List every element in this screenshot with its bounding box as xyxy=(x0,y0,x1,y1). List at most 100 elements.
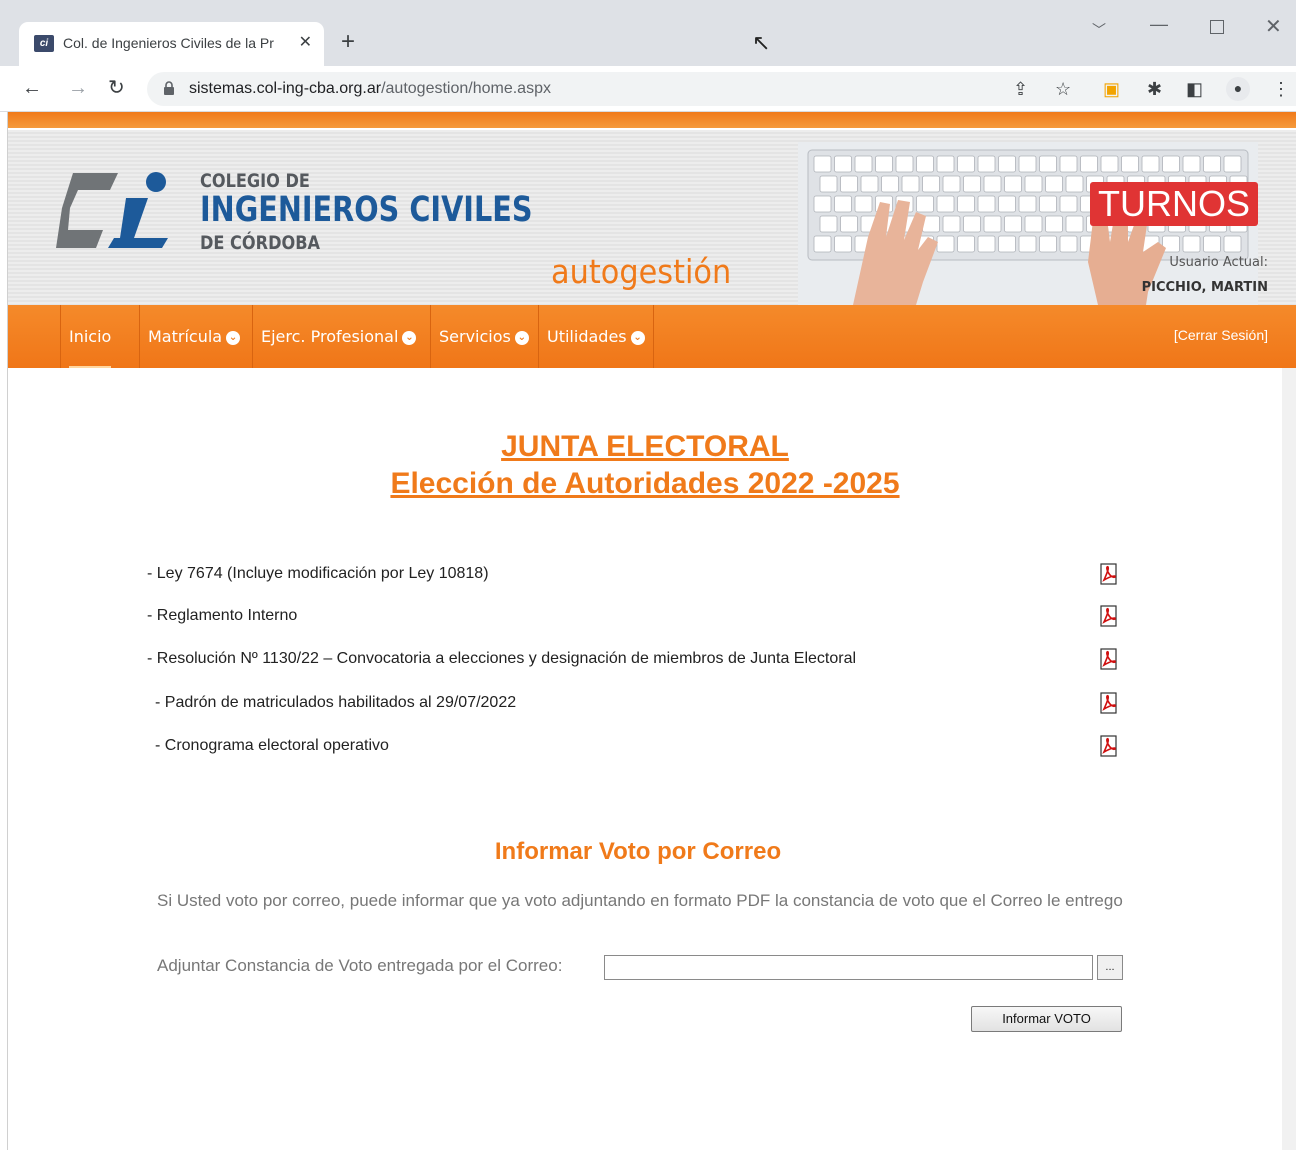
reload-icon[interactable]: ↻ xyxy=(108,76,125,100)
informar-voto-button[interactable]: Informar VOTO xyxy=(971,1006,1122,1032)
top-orange-bar xyxy=(8,112,1296,130)
keyboard-key-shape xyxy=(1004,175,1022,193)
chevron-down-icon: ⌄ xyxy=(226,330,241,345)
document-title: - Ley 7674 (Incluye modificación por Ley… xyxy=(147,565,489,582)
keyboard-key-shape xyxy=(875,155,893,173)
keyboard-key-shape xyxy=(957,195,975,213)
new-tab-icon[interactable]: + xyxy=(341,30,355,54)
keyboard-key-shape xyxy=(1018,195,1037,213)
keyboard-key-shape xyxy=(963,175,981,193)
profile-avatar-icon[interactable]: ● xyxy=(1226,77,1250,101)
document-title: - Resolución Nº 1130/22 – Convocatoria a… xyxy=(147,650,857,667)
page-title: JUNTA ELECTORAL xyxy=(501,430,789,463)
keyboard-key-shape xyxy=(1059,195,1078,213)
document-title: - Padrón de matriculados habilitados al … xyxy=(155,694,517,711)
extension-orange-icon[interactable]: ▣ xyxy=(1103,78,1120,100)
keyboard-key-shape xyxy=(1039,235,1057,253)
menu-item-label: Inicio xyxy=(69,327,112,346)
bookmark-star-icon[interactable]: ☆ xyxy=(1055,78,1071,100)
menu-item-inicio[interactable]: Inicio xyxy=(60,305,119,368)
keyboard-key-shape xyxy=(1024,175,1043,193)
keyboard-key-shape xyxy=(1121,155,1139,173)
menu-kebab-icon[interactable]: ⋮ xyxy=(1272,78,1290,100)
tab-search-chevron-icon[interactable]: ﹀ xyxy=(1092,20,1106,40)
maximize-icon[interactable] xyxy=(1210,20,1224,34)
menu-item-label: Utilidades xyxy=(547,327,627,346)
pdf-icon[interactable] xyxy=(1099,735,1119,757)
keyboard-key-shape xyxy=(977,155,996,173)
keyboard-key-shape xyxy=(998,195,1016,213)
document-row: - Padrón de matriculados habilitados al … xyxy=(147,692,1127,716)
menu-item-matricula[interactable]: Matrícula ⌄ xyxy=(139,305,248,368)
keyboard-key-shape xyxy=(854,155,873,173)
back-arrow-icon[interactable]: ← xyxy=(22,76,42,100)
keyboard-key-shape xyxy=(834,195,852,213)
adjuntar-label: Adjuntar Constancia de Voto entregada po… xyxy=(157,956,563,975)
logo-text-line1: COLEGIO DE xyxy=(200,170,310,192)
keyboard-key-shape xyxy=(1223,155,1242,173)
keyboard-key-shape xyxy=(957,235,975,253)
keyboard-key-shape xyxy=(813,235,832,253)
keyboard-key-shape xyxy=(819,175,838,193)
autogestion-subtitle: autogestión xyxy=(551,252,732,291)
chevron-down-icon: ⌄ xyxy=(402,330,417,345)
current-user-name: PICCHIO, MARTIN xyxy=(1141,280,1268,295)
document-title: - Reglamento Interno xyxy=(147,607,298,624)
extensions-puzzle-icon[interactable]: ✱ xyxy=(1147,78,1162,100)
keyboard-key-shape xyxy=(1024,215,1043,233)
keyboard-key-shape xyxy=(977,235,996,253)
logout-link[interactable]: [Cerrar Sesión] xyxy=(1174,327,1268,343)
keyboard-key-shape xyxy=(1059,235,1078,253)
current-user-label: Usuario Actual: xyxy=(1169,255,1268,270)
window-close-icon[interactable]: ✕ xyxy=(1265,14,1282,39)
menu-item-servicios[interactable]: Servicios ⌄ xyxy=(430,305,537,368)
keyboard-key-shape xyxy=(983,175,1002,193)
scrollbar-track[interactable] xyxy=(1282,368,1296,1150)
url-host: sistemas.col-ing-cba.org.ar xyxy=(189,80,382,97)
site-header: COLEGIO DE INGENIEROS CIVILES DE CÓRDOBA… xyxy=(8,130,1296,305)
document-title: - Cronograma electoral operativo xyxy=(155,737,389,754)
keyboard-key-shape xyxy=(1203,155,1221,173)
keyboard-key-shape xyxy=(1203,235,1221,253)
tab-title: Col. de Ingenieros Civiles de la Pr xyxy=(63,35,274,51)
keyboard-key-shape xyxy=(840,175,858,193)
constancia-file-input[interactable] xyxy=(604,955,1093,980)
forward-arrow-icon[interactable]: → xyxy=(68,76,88,100)
minimize-icon[interactable]: — xyxy=(1150,14,1168,35)
keyboard-key-shape xyxy=(834,155,852,173)
keyboard-key-shape xyxy=(1162,155,1180,173)
keyboard-key-shape xyxy=(936,195,955,213)
chevron-down-icon: ⌄ xyxy=(630,330,645,345)
share-icon[interactable]: ⇪ xyxy=(1013,78,1028,100)
browser-tab-strip: ci Col. de Ingenieros Civiles de la Pr ✕… xyxy=(0,0,1296,66)
browser-toolbar: ← → ↻ sistemas.col-ing-cba.org.ar/autoge… xyxy=(0,66,1296,112)
keyboard-key-shape xyxy=(983,215,1002,233)
keyboard-key-shape xyxy=(936,155,955,173)
menu-item-utilidades[interactable]: Utilidades ⌄ xyxy=(538,305,654,368)
keyboard-key-shape xyxy=(854,195,873,213)
page-subtitle: Elección de Autoridades 2022 -2025 xyxy=(390,467,900,500)
pdf-icon[interactable] xyxy=(1099,648,1119,670)
pdf-icon[interactable] xyxy=(1099,692,1119,714)
keyboard-key-shape xyxy=(942,175,961,193)
keyboard-key-shape xyxy=(998,235,1016,253)
turnos-button[interactable]: TURNOS xyxy=(1090,182,1258,226)
logo-text-line3: DE CÓRDOBA xyxy=(200,232,321,254)
browse-file-button[interactable]: ... xyxy=(1097,955,1123,980)
url-path: /autogestion/home.aspx xyxy=(381,80,551,97)
keyboard-key-shape xyxy=(1223,235,1242,253)
address-bar[interactable]: sistemas.col-ing-cba.org.ar/autogestion/… xyxy=(147,72,1296,106)
keyboard-key-shape xyxy=(1004,215,1022,233)
keyboard-key-shape xyxy=(936,235,955,253)
keyboard-key-shape xyxy=(813,155,832,173)
pdf-icon[interactable] xyxy=(1099,563,1119,585)
logo-text-line2: INGENIEROS CIVILES xyxy=(200,190,533,230)
keyboard-key-shape xyxy=(1065,215,1084,233)
tab-close-icon[interactable]: ✕ xyxy=(299,32,312,52)
menu-item-ejerc-profesional[interactable]: Ejerc. Profesional ⌄ xyxy=(252,305,424,368)
browser-tab[interactable]: ci Col. de Ingenieros Civiles de la Pr ✕ xyxy=(19,22,324,66)
voto-description: Si Usted voto por correo, puede informar… xyxy=(157,891,1123,910)
side-panel-icon[interactable]: ◧ xyxy=(1186,78,1203,100)
pdf-icon[interactable] xyxy=(1099,605,1119,627)
menu-item-label: Ejerc. Profesional xyxy=(261,327,399,346)
